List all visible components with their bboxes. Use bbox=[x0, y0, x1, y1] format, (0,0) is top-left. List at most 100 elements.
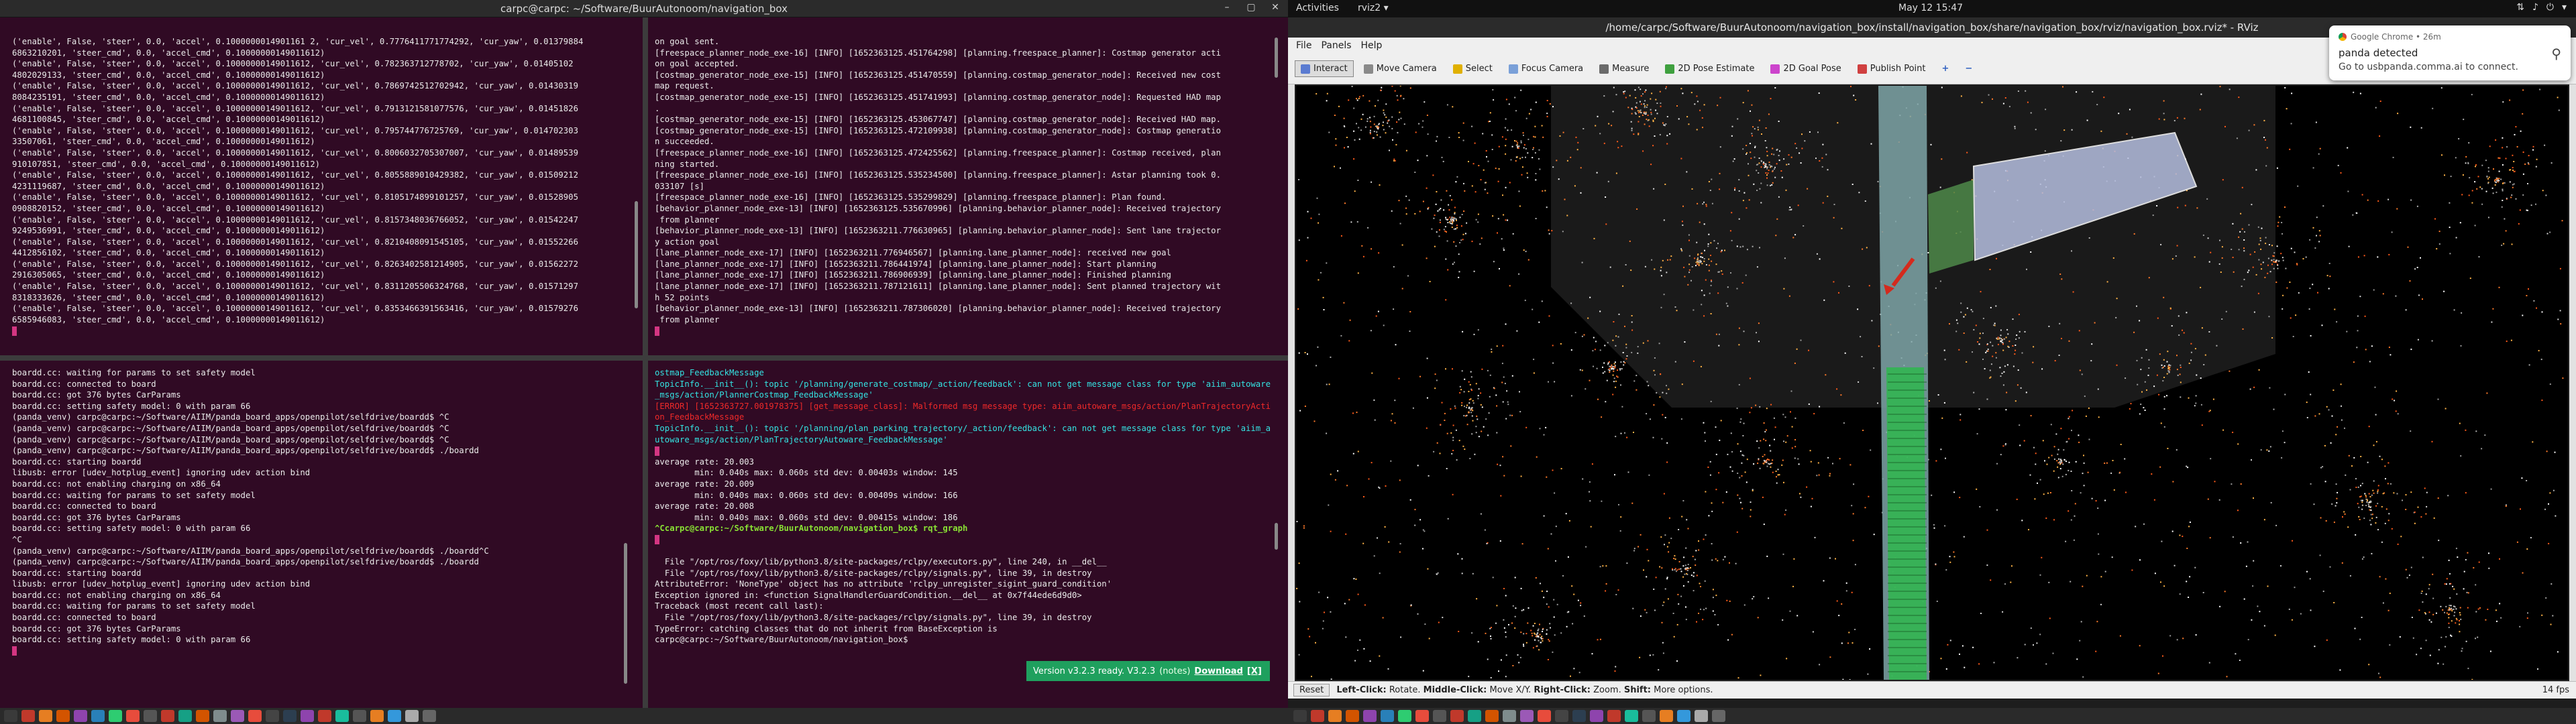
rviz-3d-viewport[interactable] bbox=[1296, 86, 2568, 680]
taskbar-app-icon[interactable] bbox=[370, 710, 384, 722]
taskbar-app-icon[interactable] bbox=[388, 710, 401, 722]
close-icon[interactable]: ✕ bbox=[1269, 2, 1281, 13]
taskbar-app-icon[interactable] bbox=[1607, 710, 1621, 722]
taskbar-app-icon[interactable] bbox=[1293, 710, 1307, 722]
chrome-notification[interactable]: Google Chrome • 26m panda detected Go to… bbox=[2329, 25, 2571, 80]
toast-close-button[interactable]: [X] bbox=[1247, 666, 1262, 676]
terminal-pane-top-right[interactable]: on goal sent. [freespace_planner_node_exe… bbox=[652, 35, 1277, 347]
reset-button[interactable]: Reset bbox=[1293, 684, 1330, 697]
taskbar-app-icon[interactable] bbox=[1398, 710, 1411, 722]
taskbar-app-icon[interactable] bbox=[178, 710, 192, 722]
taskbar-app-icon[interactable] bbox=[423, 710, 436, 722]
taskbar-app-icon[interactable] bbox=[1555, 710, 1568, 722]
terminal-line: (panda_venv) carpc@carpc:~/Software/AIIM… bbox=[12, 557, 479, 567]
terminal-line: ('enable', False, 'steer', 0.0, 'accel',… bbox=[12, 81, 578, 91]
tool-2d-pose-estimate[interactable]: 2D Pose Estimate bbox=[1659, 60, 1760, 77]
taskbar-app-icon[interactable] bbox=[1538, 710, 1551, 722]
taskbar-app-icon[interactable] bbox=[283, 710, 297, 722]
activities-button[interactable]: Activities bbox=[1296, 3, 1339, 13]
terminal-line: on goal accepted. bbox=[655, 59, 739, 69]
taskbar-app-icon[interactable] bbox=[1712, 710, 1725, 722]
taskbar-app-icon[interactable] bbox=[1503, 710, 1516, 722]
taskbar-app-icon[interactable] bbox=[1642, 710, 1656, 722]
scrollbar-bottom-right[interactable] bbox=[1275, 523, 1278, 550]
taskbar-app-icon[interactable] bbox=[161, 710, 174, 722]
taskbar-app-icon[interactable] bbox=[1311, 710, 1324, 722]
taskbar-app-icon[interactable] bbox=[144, 710, 157, 722]
tool-label: Measure bbox=[1612, 64, 1650, 74]
volume-icon[interactable]: ♪ bbox=[2532, 2, 2538, 13]
taskbar-app-icon[interactable] bbox=[231, 710, 244, 722]
menu-file[interactable]: File bbox=[1296, 40, 1311, 51]
add-tool-icon[interactable]: + bbox=[1935, 60, 1955, 77]
taskbar-app-icon[interactable] bbox=[1415, 710, 1429, 722]
menu-help[interactable]: Help bbox=[1361, 40, 1383, 51]
scrollbar-top-left[interactable] bbox=[635, 201, 638, 308]
taskbar-app-icon[interactable] bbox=[1660, 710, 1673, 722]
taskbar-app-icon[interactable] bbox=[91, 710, 105, 722]
taskbar-app-icon[interactable] bbox=[1572, 710, 1586, 722]
taskbar-app-icon[interactable] bbox=[1485, 710, 1499, 722]
taskbar-app-icon[interactable] bbox=[1695, 710, 1708, 722]
clock[interactable]: May 12 15:47 bbox=[1898, 3, 1963, 13]
left-dock-handle[interactable] bbox=[1288, 84, 1295, 681]
taskbar-app-icon[interactable] bbox=[1590, 710, 1603, 722]
terminal-line: 910107851, 'steer_cmd', 0.0, 'accel_cmd'… bbox=[12, 159, 321, 169]
taskbar-app-icon[interactable] bbox=[1468, 710, 1481, 722]
taskbar-app-icon[interactable] bbox=[248, 710, 262, 722]
terminal-pane-bottom-left[interactable]: boardd.cc: waiting for params to set saf… bbox=[9, 366, 638, 686]
pane-divider-vertical[interactable] bbox=[643, 17, 648, 708]
terminal-titlebar[interactable]: carpc@carpc: ~/Software/BuurAutonoom/nav… bbox=[0, 0, 1288, 17]
network-icon[interactable]: ⇅ bbox=[2516, 2, 2524, 13]
taskbar-app-icon[interactable] bbox=[1346, 710, 1359, 722]
taskbar-app-icon[interactable] bbox=[266, 710, 279, 722]
taskbar-app-icon[interactable] bbox=[1625, 710, 1638, 722]
tool-focus-camera[interactable]: Focus Camera bbox=[1503, 60, 1589, 77]
taskbar-app-icon[interactable] bbox=[405, 710, 419, 722]
taskbar-app-icon[interactable] bbox=[213, 710, 227, 722]
terminal-pane-bottom-right[interactable]: ostmap_FeedbackMessage TopicInfo.__init__… bbox=[652, 366, 1277, 686]
taskbar-app-icon[interactable] bbox=[335, 710, 349, 722]
terminal-line: n succeeded. bbox=[655, 137, 714, 147]
toast-download-link[interactable]: Download bbox=[1194, 666, 1242, 676]
terminal-pane-top-left[interactable]: ('enable', False, 'steer', 0.0, 'accel',… bbox=[9, 35, 638, 347]
maximize-icon[interactable]: ▢ bbox=[1245, 2, 1257, 13]
taskbar-app-icon[interactable] bbox=[109, 710, 122, 722]
taskbar-app-icon[interactable] bbox=[126, 710, 140, 722]
remove-tool-icon[interactable]: − bbox=[1959, 60, 1978, 77]
app-menu[interactable]: rviz2 ▾ bbox=[1358, 3, 1389, 13]
taskbar-app-icon[interactable] bbox=[318, 710, 331, 722]
taskbar-app-icon[interactable] bbox=[301, 710, 314, 722]
tool-measure[interactable]: Measure bbox=[1593, 60, 1655, 77]
taskbar-app-icon[interactable] bbox=[1363, 710, 1377, 722]
minimize-icon[interactable]: – bbox=[1221, 2, 1233, 13]
tool-publish-point[interactable]: Publish Point bbox=[1851, 60, 1932, 77]
taskbar-app-icon[interactable] bbox=[74, 710, 87, 722]
taskbar-app-icon[interactable] bbox=[1433, 710, 1446, 722]
taskbar-app-icon[interactable] bbox=[56, 710, 70, 722]
tool-2d-goal-pose[interactable]: 2D Goal Pose bbox=[1764, 60, 1847, 77]
menu-panels[interactable]: Panels bbox=[1321, 40, 1351, 51]
taskbar-app-icon[interactable] bbox=[1677, 710, 1690, 722]
tool-move-camera[interactable]: Move Camera bbox=[1358, 60, 1443, 77]
scrollbar-bottom-left[interactable] bbox=[624, 543, 627, 684]
power-icon[interactable]: ⏻ bbox=[2546, 2, 2554, 13]
pane-divider-horizontal[interactable] bbox=[0, 355, 1288, 361]
terminal-warning-line: [ERROR] [1652363727.001978375] [get_mess… bbox=[655, 401, 1271, 422]
tool-select[interactable]: Select bbox=[1447, 60, 1499, 77]
taskbar-app-icon[interactable] bbox=[1381, 710, 1394, 722]
taskbar-app-icon[interactable] bbox=[1520, 710, 1534, 722]
tool-interact[interactable]: Interact bbox=[1295, 60, 1354, 77]
chevron-down-icon[interactable]: ▾ bbox=[2562, 2, 2567, 13]
taskbar-app-icon[interactable] bbox=[4, 710, 17, 722]
taskbar-app-icon[interactable] bbox=[196, 710, 209, 722]
terminal-line: boardd.cc: setting safety model: 0 with … bbox=[12, 524, 251, 534]
right-dock-handle[interactable] bbox=[2569, 84, 2576, 681]
scrollbar-top-right[interactable] bbox=[1275, 38, 1278, 78]
taskbar-app-icon[interactable] bbox=[353, 710, 366, 722]
taskbar-app-icon[interactable] bbox=[39, 710, 52, 722]
taskbar-app-icon[interactable] bbox=[1450, 710, 1464, 722]
taskbar-app-icon[interactable] bbox=[21, 710, 35, 722]
taskbar-app-icon[interactable] bbox=[1328, 710, 1342, 722]
toast-notes-link[interactable]: (notes) bbox=[1159, 666, 1190, 676]
